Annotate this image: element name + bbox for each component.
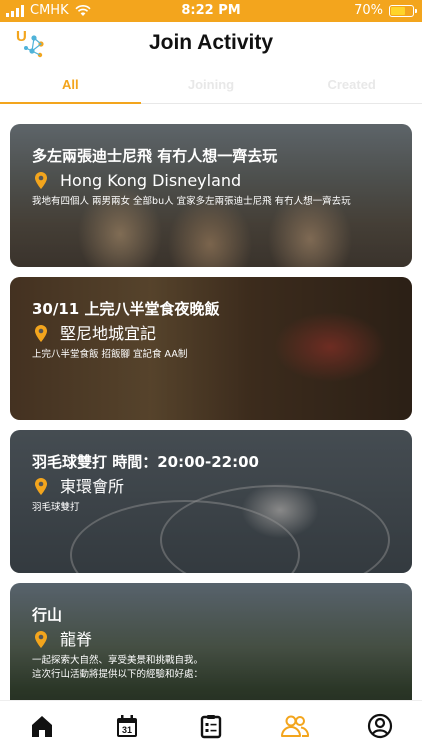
profile-icon (367, 713, 392, 738)
calendar-icon: 31 (116, 714, 137, 737)
activity-location: 堅尼地城宜記 (60, 324, 157, 343)
location-pin-icon (35, 478, 47, 495)
activity-card[interactable]: 30/11 上完八半堂食夜晚飯 堅尼地城宜記 上完八半堂食飯 招飯腳 宜記食 A… (10, 277, 412, 420)
battery-icon (389, 4, 417, 17)
location-pin-icon (35, 325, 47, 342)
activity-location: 東環會所 (60, 477, 125, 496)
activity-card[interactable]: 多左兩張迪士尼飛 有冇人想一齊去玩 Hong Kong Disneyland 我… (10, 124, 412, 267)
people-icon (281, 715, 310, 737)
status-bar: CMHK 8:22 PM 70% (0, 0, 422, 22)
location-pin-icon (35, 631, 47, 648)
tab-created[interactable]: Created (281, 70, 422, 103)
activity-description-line2: 這次行山活動將提供以下的經驗和好處： (32, 669, 204, 680)
calendar-day: 31 (122, 725, 132, 735)
activity-title: 行山 (32, 606, 63, 624)
tab-all[interactable]: All (0, 70, 141, 104)
nav-home[interactable] (0, 701, 84, 750)
activity-description: 我地有四個人 兩男兩女 全部bu人 宜家多左兩張迪士尼飛 有冇人想一齊去玩 (32, 196, 351, 207)
activity-location: 龍脊 (60, 630, 93, 649)
nav-calendar[interactable]: 31 (84, 701, 168, 750)
nav-tasks[interactable] (169, 701, 253, 750)
activity-description: 上完八半堂食飯 招飯腳 宜記食 AA制 (32, 349, 188, 360)
home-icon (32, 715, 53, 737)
activity-description: 羽毛球雙打 (32, 502, 80, 513)
header: U Join Activity (0, 22, 422, 68)
activity-card[interactable]: 羽毛球雙打 時間：20:00-22:00 東環會所 羽毛球雙打 (10, 430, 412, 573)
activity-title: 多左兩張迪士尼飛 有冇人想一齊去玩 (32, 147, 278, 165)
activity-card[interactable]: 行山 龍脊 一起探索大自然、享受美景和挑戰自我。 這次行山活動將提供以下的經驗和… (10, 583, 412, 700)
nav-profile[interactable] (338, 701, 422, 750)
clipboard-icon (200, 714, 222, 738)
activity-location: Hong Kong Disneyland (60, 171, 242, 190)
activity-title: 30/11 上完八半堂食夜晚飯 (32, 300, 220, 318)
page-title: Join Activity (148, 31, 274, 54)
activity-title: 羽毛球雙打 時間：20:00-22:00 (32, 453, 259, 471)
location-pin-icon (35, 172, 47, 189)
tab-bar: All Joining Created (0, 70, 422, 104)
activity-list[interactable]: 多左兩張迪士尼飛 有冇人想一齊去玩 Hong Kong Disneyland 我… (0, 104, 422, 700)
nav-join-activity[interactable] (253, 701, 337, 750)
battery-fill (391, 6, 406, 15)
activity-description: 一起探索大自然、享受美景和挑戰自我。 (32, 655, 204, 666)
tab-joining[interactable]: Joining (141, 70, 282, 103)
bottom-nav: 31 (0, 700, 422, 750)
battery-percent: 70% (354, 3, 383, 18)
